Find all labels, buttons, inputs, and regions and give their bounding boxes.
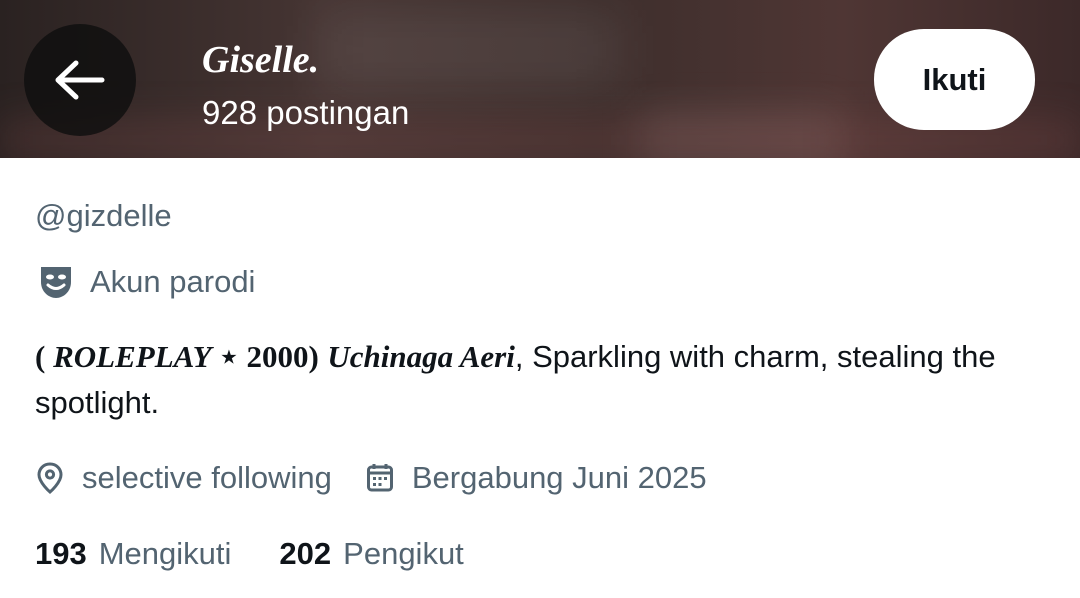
joined-date-item: Bergabung Juni 2025 [366, 460, 707, 496]
parody-account-label: Akun parodi [36, 262, 255, 302]
follow-button[interactable]: Ikuti [874, 29, 1035, 130]
follow-counts: 193 Mengikuti 202 Pengikut [35, 536, 464, 572]
profile-meta-row: selective following Bergabung Juni 2025 [36, 458, 707, 498]
profile-display-name: Giselle. [202, 39, 320, 81]
calendar-icon [366, 462, 394, 494]
followers-link[interactable]: 202 Pengikut [279, 536, 463, 572]
following-label: Mengikuti [98, 536, 232, 571]
followers-count: 202 [279, 536, 332, 571]
profile-bio: ( ROLEPLAY ⋆ 2000) Uchinaga Aeri, Sparkl… [35, 334, 1045, 426]
following-count: 193 [35, 536, 87, 571]
location-item: selective following [36, 460, 332, 496]
back-button[interactable] [24, 24, 136, 136]
followers-label: Pengikut [343, 536, 464, 571]
joined-date-text: Bergabung Juni 2025 [411, 460, 707, 495]
location-pin-icon [36, 462, 64, 494]
banner-blur-highlight [320, 10, 620, 90]
bio-star: ⋆ [211, 339, 247, 374]
post-count: 928 postingan [202, 94, 410, 131]
bio-character-name: Uchinaga Aeri [327, 339, 515, 374]
location-text: selective following [82, 460, 332, 495]
bio-year: 2000) [246, 339, 319, 374]
theater-mask-icon [36, 262, 76, 302]
bio-roleplay: ROLEPLAY [53, 339, 212, 374]
bio-paren-open: ( [35, 339, 54, 374]
profile-handle: @gizdelle [35, 198, 172, 233]
following-link[interactable]: 193 Mengikuti [35, 536, 231, 572]
parody-label-text: Akun parodi [90, 264, 256, 299]
arrow-left-icon [55, 60, 105, 100]
profile-header-banner: Giselle. 928 postingan Ikuti [0, 0, 1080, 158]
